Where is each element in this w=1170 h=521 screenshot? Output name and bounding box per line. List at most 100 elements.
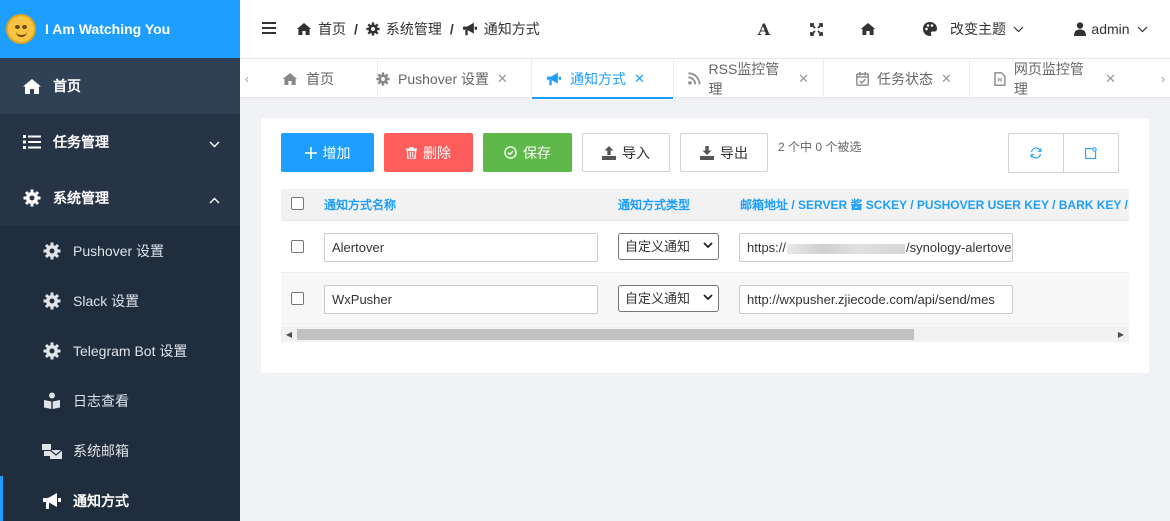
chevron-down-icon: [703, 242, 713, 249]
bullhorn-icon: [42, 491, 62, 511]
gear-icon: [366, 22, 380, 36]
sidebar-item-task-management[interactable]: 任务管理: [0, 114, 240, 170]
close-icon[interactable]: ✕: [798, 71, 809, 87]
chevron-down-icon: [209, 135, 220, 151]
scroll-left-icon[interactable]: ◀: [281, 326, 297, 342]
sidebar: I Am Watching You 首页 任务管理 系统管理 Pushover …: [0, 0, 240, 521]
sidebar-item-log-view[interactable]: 日志查看: [0, 376, 240, 426]
bullhorn-icon: [547, 72, 561, 85]
tab-rss-monitor[interactable]: RSS监控管理 ✕: [674, 59, 824, 98]
logo[interactable]: I Am Watching You: [0, 0, 240, 58]
smiley-logo-icon: [6, 14, 36, 44]
download-icon: [700, 145, 714, 160]
plus-icon: [304, 146, 317, 159]
save-button[interactable]: 保存: [483, 133, 572, 172]
add-button[interactable]: 增加: [281, 133, 374, 172]
horizontal-scrollbar[interactable]: ◀ ▶: [281, 326, 1129, 342]
gear-icon: [376, 71, 390, 86]
trash-icon: [406, 146, 417, 159]
address-field[interactable]: http://wxpusher.zjiecode.com/api/send/me…: [739, 285, 1013, 314]
file-icon: [994, 71, 1006, 86]
user-name: admin: [1091, 21, 1130, 37]
tab-task-status[interactable]: 任务状态 ✕: [842, 59, 970, 98]
close-icon[interactable]: ✕: [941, 71, 952, 87]
tab-notify-method[interactable]: 通知方式 ✕: [532, 59, 674, 99]
system-submenu: Pushover 设置 Slack 设置 Telegram Bot 设置 日志查…: [0, 226, 240, 521]
name-field[interactable]: Alertover: [324, 233, 598, 262]
table-tools: [1008, 133, 1119, 173]
gear-icon: [42, 241, 62, 261]
chevron-down-icon: [1013, 26, 1024, 32]
header-tools: A 改变主题 admin: [738, 0, 1170, 58]
table-row: WxPusher 自定义通知 http://wxpusher.zjiecode.…: [281, 273, 1129, 325]
column-header-address[interactable]: 邮箱地址 / SERVER 酱 SCKEY / PUSHOVER USER KE…: [740, 189, 1129, 221]
home-icon: [296, 23, 312, 35]
chevron-up-icon: [209, 191, 220, 207]
tab-scroll-left-icon[interactable]: ‹: [240, 59, 254, 99]
breadcrumb-item-current: 通知方式: [462, 19, 540, 39]
sidebar-item-home[interactable]: 首页: [0, 58, 240, 114]
scroll-right-icon[interactable]: ▶: [1113, 326, 1129, 342]
redacted-blur: [787, 243, 906, 254]
sidebar-item-label: 系统邮箱: [73, 443, 129, 459]
fullscreen-icon[interactable]: [790, 0, 842, 58]
palette-icon: [923, 22, 937, 36]
notify-table: 通知方式名称 通知方式类型 邮箱地址 / SERVER 酱 SCKEY / PU…: [281, 189, 1129, 344]
type-select[interactable]: 自定义通知: [618, 233, 719, 260]
mail-bulk-icon: [42, 441, 62, 461]
breadcrumb-separator: /: [449, 21, 454, 37]
sidebar-item-label: 日志查看: [73, 393, 129, 409]
home-icon[interactable]: [842, 0, 894, 58]
name-field[interactable]: WxPusher: [324, 285, 598, 314]
sidebar-item-label: 任务管理: [53, 134, 109, 150]
row-checkbox[interactable]: [291, 292, 304, 305]
tab-pushover[interactable]: Pushover 设置 ✕: [362, 59, 532, 98]
check-circle-icon: [504, 146, 517, 159]
gear-icon: [22, 188, 42, 208]
tab-web-monitor[interactable]: 网页监控管理 ✕: [980, 59, 1130, 98]
upload-icon: [602, 145, 616, 160]
gear-icon: [42, 341, 62, 361]
sidebar-item-pushover[interactable]: Pushover 设置: [0, 226, 240, 276]
type-select[interactable]: 自定义通知: [618, 285, 719, 312]
close-icon[interactable]: ✕: [1105, 71, 1116, 87]
app-title: I Am Watching You: [45, 21, 171, 37]
select-all-checkbox[interactable]: [291, 197, 304, 210]
sidebar-item-system-mail[interactable]: 系统邮箱: [0, 426, 240, 476]
scrollbar-thumb[interactable]: [297, 329, 914, 340]
row-checkbox[interactable]: [291, 240, 304, 253]
delete-button[interactable]: 删除: [384, 133, 473, 172]
close-icon[interactable]: ✕: [634, 71, 645, 87]
table-row: Alertover 自定义通知 https:///synology-alerto…: [281, 221, 1129, 273]
top-header: 首页 / 系统管理 / 通知方式 A 改变主题 admin: [240, 0, 1170, 58]
home-icon: [282, 72, 298, 85]
table-header: 通知方式名称 通知方式类型 邮箱地址 / SERVER 酱 SCKEY / PU…: [281, 189, 1129, 221]
sidebar-item-system-management[interactable]: 系统管理: [0, 170, 240, 226]
menu-toggle-icon[interactable]: [262, 21, 278, 37]
font-size-button[interactable]: A: [738, 0, 790, 58]
export-button[interactable]: 导出: [680, 133, 768, 172]
tab-bar: ‹ 首页 Pushover 设置 ✕ 通知方式 ✕ RSS监控管理 ✕ 任务状态…: [240, 58, 1170, 99]
sidebar-item-label: Telegram Bot 设置: [73, 343, 188, 359]
columns-toggle-icon[interactable]: [1063, 134, 1118, 172]
selection-info: 2 个中 0 个被选: [778, 140, 862, 154]
breadcrumb-item-home[interactable]: 首页: [296, 19, 346, 39]
refresh-icon[interactable]: [1009, 134, 1063, 172]
theme-label: 改变主题: [950, 21, 1006, 37]
column-header-name[interactable]: 通知方式名称: [324, 189, 396, 221]
sidebar-item-telegram[interactable]: Telegram Bot 设置: [0, 326, 240, 376]
sidebar-item-label: 系统管理: [53, 190, 109, 206]
list-icon: [22, 132, 42, 152]
sidebar-item-notify-method[interactable]: 通知方式: [0, 476, 240, 521]
user-menu[interactable]: admin: [1052, 0, 1170, 58]
column-header-type[interactable]: 通知方式类型: [618, 189, 690, 221]
chevron-down-icon: [1137, 26, 1147, 32]
address-field[interactable]: https:///synology-alertove: [739, 233, 1013, 262]
tab-scroll-right-icon[interactable]: ›: [1156, 59, 1170, 99]
theme-switcher[interactable]: 改变主题: [894, 0, 1052, 58]
import-button[interactable]: 导入: [582, 133, 670, 172]
close-icon[interactable]: ✕: [497, 71, 508, 87]
breadcrumb-item-system[interactable]: 系统管理: [366, 19, 442, 39]
sidebar-item-slack[interactable]: Slack 设置: [0, 276, 240, 326]
book-reader-icon: [42, 391, 62, 411]
